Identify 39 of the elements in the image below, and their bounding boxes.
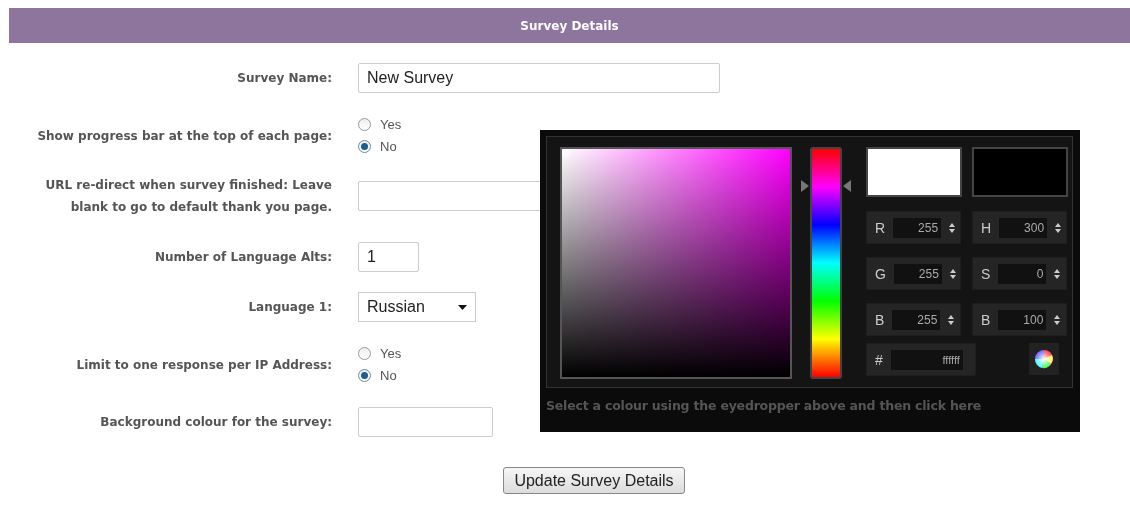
field-label: URL re-direct when survey finished: Leave blank to go to default thank you page. [44,177,332,216]
language-dropdown[interactable]: Russian [358,292,476,322]
radio-button[interactable] [358,118,371,131]
spinner-icon[interactable] [949,222,956,233]
field-label: Show progress bar at the top of each page: [37,127,332,145]
caret-icon [458,304,467,310]
text-field[interactable]: 1 [358,242,419,272]
field-label: Language 1: [248,299,332,316]
field-label: Survey Name: [237,70,332,87]
spinner-icon[interactable] [948,314,955,325]
spinner-icon[interactable] [1054,314,1061,325]
channel-field[interactable]: H 300 [972,211,1067,244]
channel-field[interactable]: S 0 [972,257,1067,290]
hue-handle[interactable] [801,180,851,193]
channel-field[interactable]: R 255 [866,211,961,244]
channel-field[interactable]: G 255 [866,257,961,290]
channel-field[interactable]: B 100 [972,303,1067,336]
color-field[interactable] [560,147,792,379]
spinner-icon[interactable] [949,268,956,279]
text-field[interactable]: New Survey [358,63,720,93]
spinner-icon[interactable] [1055,222,1062,233]
update-button[interactable]: Update Survey Details [503,467,685,494]
radio-label: Yes [380,346,402,361]
radio-label: Yes [380,117,402,132]
radio-button[interactable] [358,347,371,360]
section-header: Survey Details [9,8,1130,43]
spinner-icon[interactable] [1054,268,1061,279]
field-label: Background colour for the survey: [100,414,332,431]
radio-label: No [380,368,397,383]
radio-button[interactable] [358,140,371,153]
channel-field[interactable]: B 255 [866,303,961,336]
hex-field[interactable]: # ffffff [866,343,976,376]
text-field[interactable] [358,407,493,437]
radio-button[interactable] [358,369,371,382]
hue-slider[interactable] [801,147,851,379]
field-label: Number of Language Alts: [154,249,332,266]
field-label: Limit to one response per IP Address: [76,356,332,374]
radio-label: No [380,139,397,154]
color-wheel-icon[interactable] [1029,343,1059,375]
